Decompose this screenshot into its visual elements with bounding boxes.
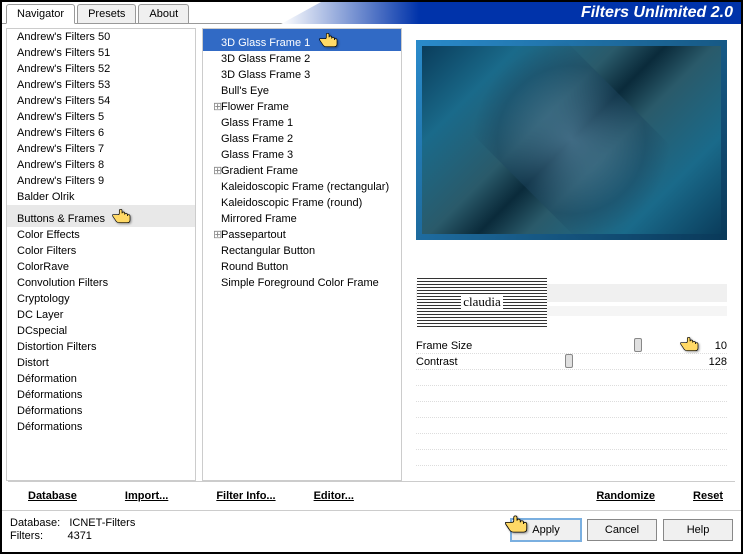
category-item[interactable]: Andrew's Filters 54 bbox=[7, 93, 195, 109]
filter-list[interactable]: 3D Glass Frame 13D Glass Frame 23D Glass… bbox=[202, 28, 402, 481]
param-row[interactable]: Frame Size10 bbox=[416, 338, 727, 354]
expand-icon: ⊞ bbox=[213, 100, 221, 114]
filter-item[interactable]: 3D Glass Frame 1 bbox=[203, 29, 401, 51]
filter-item[interactable]: Glass Frame 3 bbox=[203, 147, 401, 163]
empty-param-row bbox=[416, 418, 727, 434]
category-list[interactable]: Andrew's Filters 50Andrew's Filters 51An… bbox=[6, 28, 196, 481]
category-item[interactable]: Andrew's Filters 52 bbox=[7, 61, 195, 77]
category-item[interactable]: Distortion Filters bbox=[7, 339, 195, 355]
footer-buttons-row: Database: ICNET-Filters Filters: 4371 Ap… bbox=[2, 510, 741, 549]
category-item[interactable]: Déformations bbox=[7, 419, 195, 435]
filter-item[interactable]: ⊞Passepartout bbox=[203, 227, 401, 243]
empty-param-row bbox=[416, 450, 727, 466]
expand-icon: ⊞ bbox=[213, 164, 221, 178]
param-value: 128 bbox=[697, 356, 727, 368]
category-item[interactable]: Andrew's Filters 5 bbox=[7, 109, 195, 125]
filter-info-link[interactable]: Filter Info... bbox=[212, 488, 279, 504]
filter-item[interactable]: Kaleidoscopic Frame (round) bbox=[203, 195, 401, 211]
category-item[interactable]: Convolution Filters bbox=[7, 275, 195, 291]
empty-param-row bbox=[416, 386, 727, 402]
filter-item[interactable]: Rectangular Button bbox=[203, 243, 401, 259]
database-link[interactable]: Database bbox=[24, 488, 81, 504]
category-item[interactable]: DCspecial bbox=[7, 323, 195, 339]
filter-item[interactable]: Round Button bbox=[203, 259, 401, 275]
param-row[interactable]: Contrast128 bbox=[416, 354, 727, 370]
parameter-panel: Frame Size10Contrast128 bbox=[416, 338, 727, 466]
header: Navigator Presets About Filters Unlimite… bbox=[2, 2, 741, 24]
watermark-overlay: claudia bbox=[417, 277, 547, 327]
database-info: Database: ICNET-Filters Filters: 4371 bbox=[10, 517, 505, 543]
slider-handle[interactable] bbox=[565, 354, 573, 368]
category-item[interactable]: Andrew's Filters 7 bbox=[7, 141, 195, 157]
param-label: Contrast bbox=[416, 356, 697, 368]
randomize-link[interactable]: Randomize bbox=[592, 488, 659, 504]
param-label: Frame Size bbox=[416, 340, 697, 352]
db-value: ICNET-Filters bbox=[69, 517, 135, 529]
preview-image bbox=[416, 40, 727, 240]
db-label: Database: bbox=[10, 517, 60, 529]
expand-icon: ⊞ bbox=[213, 228, 221, 242]
tab-about[interactable]: About bbox=[138, 4, 189, 23]
filter-item[interactable]: Glass Frame 2 bbox=[203, 131, 401, 147]
empty-param-row bbox=[416, 434, 727, 450]
footer-links-row: Database Import... Filter Info... Editor… bbox=[8, 481, 735, 510]
filter-item[interactable]: Bull's Eye bbox=[203, 83, 401, 99]
category-item[interactable]: Balder Olrik bbox=[7, 189, 195, 205]
filter-item[interactable]: Simple Foreground Color Frame bbox=[203, 275, 401, 291]
filter-item[interactable]: Glass Frame 1 bbox=[203, 115, 401, 131]
category-item[interactable]: Déformations bbox=[7, 403, 195, 419]
tab-presets[interactable]: Presets bbox=[77, 4, 136, 23]
tab-navigator[interactable]: Navigator bbox=[6, 4, 75, 24]
slider-handle[interactable] bbox=[634, 338, 642, 352]
param-value: 10 bbox=[697, 340, 727, 352]
filter-item[interactable]: ⊞Gradient Frame bbox=[203, 163, 401, 179]
filters-count-label: Filters: bbox=[10, 530, 43, 542]
category-item[interactable]: Cryptology bbox=[7, 291, 195, 307]
filters-count-value: 4371 bbox=[67, 530, 91, 542]
tab-bar: Navigator Presets About bbox=[2, 4, 191, 23]
reset-link[interactable]: Reset bbox=[689, 488, 727, 504]
filter-item[interactable]: 3D Glass Frame 2 bbox=[203, 51, 401, 67]
filter-item[interactable]: Mirrored Frame bbox=[203, 211, 401, 227]
title-bar: Filters Unlimited 2.0 bbox=[281, 2, 741, 24]
category-item[interactable]: Andrew's Filters 6 bbox=[7, 125, 195, 141]
right-panel: 3D Glass Frame 1 Frame Size10Contrast128 bbox=[408, 28, 735, 481]
apply-button[interactable]: Apply bbox=[511, 519, 581, 541]
apply-button-label: Apply bbox=[532, 524, 560, 536]
category-item[interactable]: Andrew's Filters 50 bbox=[7, 29, 195, 45]
category-item[interactable]: Andrew's Filters 9 bbox=[7, 173, 195, 189]
category-item[interactable]: Andrew's Filters 53 bbox=[7, 77, 195, 93]
empty-param-row bbox=[416, 402, 727, 418]
category-item[interactable]: Distort bbox=[7, 355, 195, 371]
category-item[interactable]: Andrew's Filters 8 bbox=[7, 157, 195, 173]
watermark-text: claudia bbox=[461, 294, 503, 310]
filter-item[interactable]: ⊞Flower Frame bbox=[203, 99, 401, 115]
app-title: Filters Unlimited 2.0 bbox=[581, 4, 733, 22]
category-item[interactable]: ColorRave bbox=[7, 259, 195, 275]
help-button[interactable]: Help bbox=[663, 519, 733, 541]
category-item[interactable]: Andrew's Filters 51 bbox=[7, 45, 195, 61]
filter-item[interactable]: 3D Glass Frame 3 bbox=[203, 67, 401, 83]
category-item[interactable]: Buttons & Frames bbox=[7, 205, 195, 227]
editor-link[interactable]: Editor... bbox=[310, 488, 358, 504]
category-item[interactable]: Color Filters bbox=[7, 243, 195, 259]
cancel-button[interactable]: Cancel bbox=[587, 519, 657, 541]
category-item[interactable]: Déformations bbox=[7, 387, 195, 403]
category-item[interactable]: Déformation bbox=[7, 371, 195, 387]
category-item[interactable]: DC Layer bbox=[7, 307, 195, 323]
import-link[interactable]: Import... bbox=[121, 488, 172, 504]
empty-param-row bbox=[416, 370, 727, 386]
main-area: Andrew's Filters 50Andrew's Filters 51An… bbox=[2, 24, 741, 481]
filter-item[interactable]: Kaleidoscopic Frame (rectangular) bbox=[203, 179, 401, 195]
category-item[interactable]: Color Effects bbox=[7, 227, 195, 243]
